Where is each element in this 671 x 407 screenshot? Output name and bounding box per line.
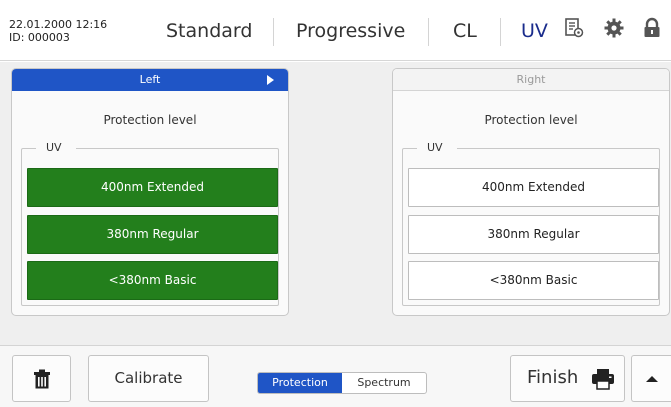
- session-info: 22.01.2000 12:16 ID: 000003: [9, 18, 107, 44]
- calibrate-button[interactable]: Calibrate: [88, 355, 209, 402]
- option-400nm-extended[interactable]: 400nm Extended: [408, 168, 659, 207]
- toggle-spectrum[interactable]: Spectrum: [342, 373, 426, 393]
- trash-icon: [34, 369, 50, 389]
- finish-label: Finish: [527, 367, 579, 388]
- expand-up-button[interactable]: [631, 355, 671, 402]
- finish-button[interactable]: Finish: [510, 355, 625, 402]
- tab-divider: [500, 18, 501, 46]
- tab-standard[interactable]: Standard: [166, 19, 252, 43]
- option-below-380nm-basic[interactable]: <380nm Basic: [408, 261, 659, 300]
- datetime-text: 22.01.2000 12:16: [9, 18, 108, 31]
- left-panel: Left Protection level UV 400nm Extended …: [11, 68, 289, 316]
- option-380nm-regular[interactable]: 380nm Regular: [27, 215, 278, 254]
- header-bar: 22.01.2000 12:16 ID: 000003 Standard Pro…: [0, 0, 671, 61]
- printer-icon: [592, 369, 614, 390]
- tab-progressive[interactable]: Progressive: [296, 19, 405, 43]
- id-text: ID: 000003: [9, 31, 70, 44]
- tab-uv[interactable]: UV: [521, 19, 548, 43]
- right-panel-title: Right: [516, 73, 546, 86]
- uv-group-label: UV: [36, 141, 76, 155]
- gear-icon[interactable]: [603, 17, 625, 39]
- lock-icon[interactable]: [641, 17, 663, 39]
- option-below-380nm-basic[interactable]: <380nm Basic: [27, 261, 278, 300]
- right-panel: Right Protection level UV 400nm Extended…: [392, 68, 670, 316]
- tab-divider: [273, 18, 274, 46]
- protection-level-label: Protection level: [484, 113, 578, 127]
- tab-divider: [428, 18, 429, 46]
- uv-group: UV 400nm Extended 380nm Regular <380nm B…: [21, 141, 279, 306]
- uv-group-label: UV: [417, 141, 457, 155]
- option-400nm-extended[interactable]: 400nm Extended: [27, 168, 278, 207]
- left-panel-title: Left: [139, 73, 161, 86]
- protection-level-label: Protection level: [103, 113, 197, 127]
- uv-group: UV 400nm Extended 380nm Regular <380nm B…: [402, 141, 660, 306]
- tab-cl[interactable]: CL: [453, 19, 477, 43]
- delete-button[interactable]: [12, 355, 71, 402]
- arrow-right-icon: [267, 75, 274, 85]
- view-toggle: Protection Spectrum: [257, 372, 427, 394]
- footer-bar: Calibrate Protection Spectrum Finish: [0, 345, 671, 407]
- right-panel-header[interactable]: Right: [393, 69, 669, 91]
- option-380nm-regular[interactable]: 380nm Regular: [408, 215, 659, 254]
- left-panel-header[interactable]: Left: [12, 69, 288, 91]
- toggle-protection[interactable]: Protection: [258, 373, 342, 393]
- chevron-up-icon: [646, 376, 658, 382]
- main-area: Left Protection level UV 400nm Extended …: [0, 62, 671, 345]
- settings-list-icon[interactable]: [563, 17, 585, 39]
